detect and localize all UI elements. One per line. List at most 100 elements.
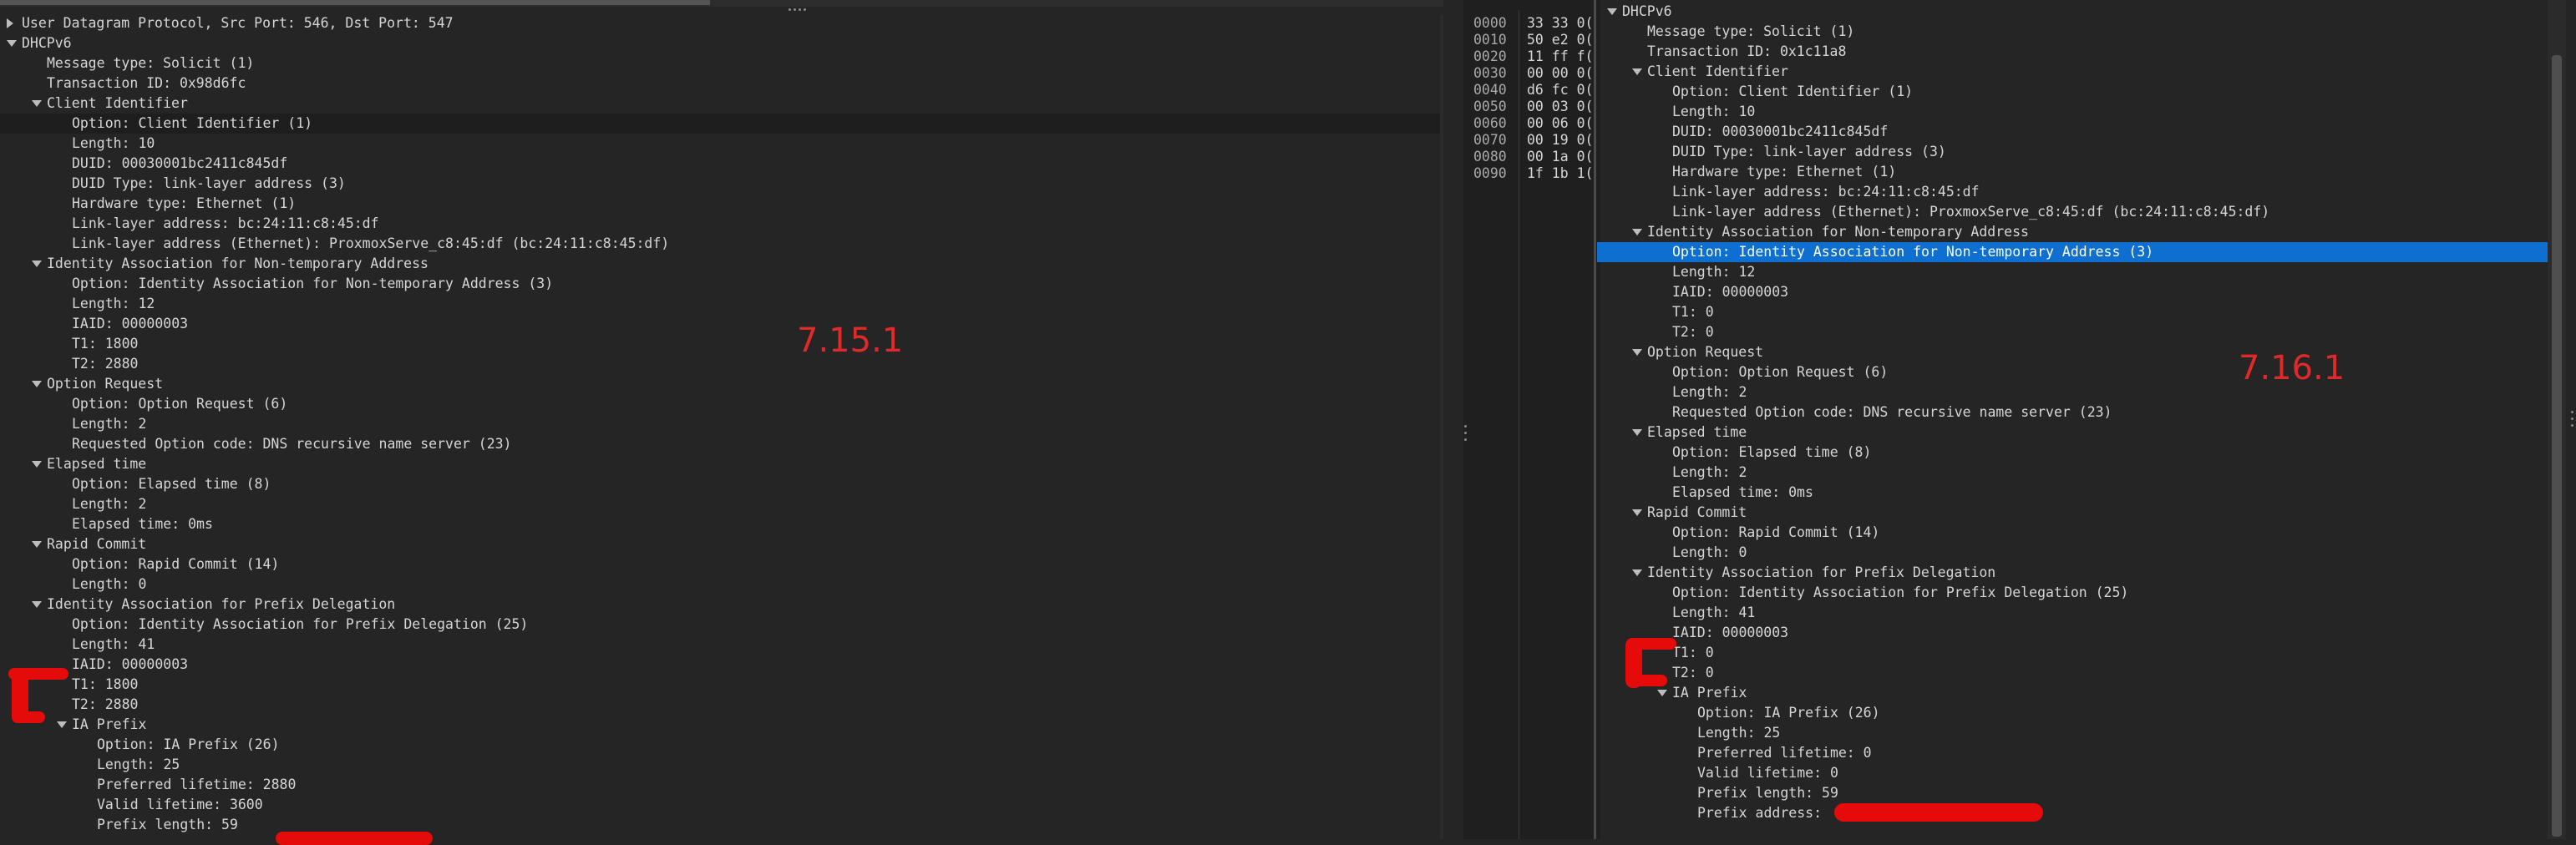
expand-arrow-down-icon[interactable] — [1632, 349, 1642, 356]
expand-arrow-down-icon[interactable] — [1632, 429, 1642, 436]
tree-item[interactable]: DHCPv6 — [1622, 2, 1672, 22]
tree-item[interactable]: Length: 12 — [72, 294, 155, 314]
tree-item[interactable]: Length: 25 — [97, 755, 180, 775]
right-vertical-scrollbar[interactable] — [2548, 0, 2566, 839]
expand-arrow-down-icon[interactable] — [32, 601, 42, 608]
tree-item[interactable]: IAID: 00000003 — [72, 655, 188, 675]
tree-item[interactable]: Elapsed time: 0ms — [72, 514, 213, 534]
tree-item[interactable]: T1: 0 — [1672, 643, 1714, 663]
left-vertical-scrollbar[interactable] — [1440, 15, 1443, 839]
hex-bytes[interactable]: 1f 1b 1( — [1527, 164, 1593, 184]
tree-item[interactable]: IAID: 00000003 — [1672, 623, 1788, 643]
tree-item[interactable]: T1: 0 — [1672, 302, 1714, 322]
expand-arrow-down-icon[interactable] — [32, 381, 42, 387]
tree-item[interactable]: Message type: Solicit (1) — [47, 53, 254, 73]
expand-arrow-down-icon[interactable] — [1657, 690, 1667, 696]
tree-item[interactable]: DUID: 00030001bc2411c845df — [72, 154, 287, 174]
tree-item[interactable]: Option: IA Prefix (26) — [1697, 703, 1880, 723]
tree-item[interactable]: Elapsed time — [1647, 422, 1747, 443]
tree-item[interactable]: DHCPv6 — [22, 33, 72, 53]
tree-item[interactable]: Length: 0 — [1672, 543, 1747, 563]
tree-item[interactable]: Hardware type: Ethernet (1) — [72, 194, 296, 214]
tree-item[interactable]: Option: Identity Association for Non-tem… — [1672, 242, 2153, 262]
tree-item[interactable]: Preferred lifetime: 0 — [1697, 743, 1872, 763]
tree-item[interactable]: DUID Type: link-layer address (3) — [1672, 142, 1946, 162]
tree-item[interactable]: Requested Option code: DNS recursive nam… — [72, 434, 512, 454]
tree-item[interactable]: Client Identifier — [47, 94, 188, 114]
tree-item[interactable]: T2: 2880 — [72, 354, 138, 374]
expand-arrow-down-icon[interactable] — [7, 40, 17, 47]
tree-item[interactable]: IA Prefix — [72, 715, 146, 735]
tree-item[interactable]: Option: Elapsed time (8) — [72, 474, 271, 494]
hex-bytes-panel[interactable]: 0000 33 33 0(0010 50 e2 0(0020 11 ff f(0030… — [1463, 0, 1600, 839]
expand-arrow-down-icon[interactable] — [32, 261, 42, 267]
tree-item[interactable]: IAID: 00000003 — [72, 314, 188, 334]
tree-item[interactable]: Identity Association for Non-temporary A… — [1647, 222, 2029, 242]
tree-item[interactable]: Link-layer address: bc:24:11:c8:45:df — [1672, 182, 1980, 202]
tree-item[interactable]: Identity Association for Prefix Delegati… — [47, 595, 395, 615]
tree-item[interactable]: Option: Rapid Commit (14) — [1672, 523, 1879, 543]
tree-item[interactable]: Rapid Commit — [1647, 503, 1747, 523]
tree-item[interactable]: Valid lifetime: 3600 — [97, 795, 263, 815]
tree-item[interactable]: Option: Identity Association for Non-tem… — [72, 274, 553, 294]
left-packet-details-panel[interactable]: User Datagram Protocol, Src Port: 546, D… — [0, 0, 1443, 839]
tree-item[interactable]: Rapid Commit — [47, 534, 146, 554]
tree-item[interactable]: Transaction ID: 0x98d6fc — [47, 73, 246, 94]
tree-item[interactable]: T2: 2880 — [72, 695, 138, 715]
tree-item[interactable]: Prefix address: — [1697, 803, 1822, 823]
tree-item[interactable]: DUID: 00030001bc2411c845df — [1672, 122, 1888, 142]
expand-arrow-right-icon[interactable] — [7, 18, 13, 28]
tree-item[interactable]: Identity Association for Prefix Delegati… — [1647, 563, 1995, 583]
tree-item[interactable]: User Datagram Protocol, Src Port: 546, D… — [22, 13, 454, 33]
expand-arrow-down-icon[interactable] — [57, 721, 67, 728]
tree-item[interactable]: Elapsed time — [47, 454, 146, 474]
tree-item[interactable]: Option: Elapsed time (8) — [1672, 443, 1871, 463]
tree-item[interactable]: Option: Client Identifier (1) — [72, 114, 312, 134]
tree-item[interactable]: Valid lifetime: 0 — [1697, 763, 1838, 783]
tree-item[interactable]: Hardware type: Ethernet (1) — [1672, 162, 1896, 182]
tree-item[interactable]: Length: 10 — [72, 134, 155, 154]
pane-divider[interactable] — [1594, 0, 1596, 839]
tree-item[interactable]: Length: 10 — [1672, 102, 1755, 122]
tree-item[interactable]: Length: 41 — [1672, 603, 1755, 623]
tree-item[interactable]: Option: Rapid Commit (14) — [72, 554, 279, 574]
tree-item[interactable]: Message type: Solicit (1) — [1647, 22, 1854, 42]
tree-item[interactable]: IAID: 00000003 — [1672, 282, 1788, 302]
tree-item[interactable]: Prefix length: 59 — [97, 815, 238, 835]
tree-item[interactable]: Option Request — [47, 374, 163, 394]
right-scrollbar-thumb[interactable] — [2552, 55, 2562, 837]
tree-item[interactable]: Option: IA Prefix (26) — [97, 735, 280, 755]
tree-item[interactable]: Option: Option Request (6) — [1672, 362, 1888, 382]
tree-item[interactable]: Length: 2 — [72, 414, 146, 434]
tree-item[interactable]: Option: Client Identifier (1) — [1672, 82, 1913, 102]
tree-item[interactable]: T1: 1800 — [72, 675, 138, 695]
expand-arrow-down-icon[interactable] — [1632, 229, 1642, 235]
tree-item[interactable]: Requested Option code: DNS recursive nam… — [1672, 402, 2112, 422]
expand-arrow-down-icon[interactable] — [1607, 8, 1617, 15]
tree-item[interactable]: Length: 0 — [72, 574, 146, 595]
tree-item[interactable]: T1: 1800 — [72, 334, 138, 354]
expand-arrow-down-icon[interactable] — [32, 541, 42, 548]
tree-item[interactable]: Identity Association for Non-temporary A… — [47, 254, 428, 274]
tree-item[interactable]: Preferred lifetime: 2880 — [97, 775, 296, 795]
expand-arrow-down-icon[interactable] — [1632, 68, 1642, 75]
tree-item[interactable]: T2: 0 — [1672, 322, 1714, 342]
expand-arrow-down-icon[interactable] — [1632, 569, 1642, 576]
tree-item[interactable]: Option Request — [1647, 342, 1763, 362]
expand-arrow-down-icon[interactable] — [32, 100, 42, 107]
hex-splitter-grip[interactable] — [1463, 422, 1468, 448]
tree-item[interactable]: DUID Type: link-layer address (3) — [72, 174, 346, 194]
tree-item[interactable]: Length: 2 — [1672, 382, 1747, 402]
tree-item[interactable]: Option: Identity Association for Prefix … — [1672, 583, 2128, 603]
tree-item[interactable]: Option: Option Request (6) — [72, 394, 287, 414]
tree-item[interactable]: Transaction ID: 0x1c11a8 — [1647, 42, 1846, 62]
tree-item[interactable]: Link-layer address (Ethernet): ProxmoxSe… — [1672, 202, 2269, 222]
tree-item[interactable]: Length: 25 — [1697, 723, 1780, 743]
tree-item[interactable]: Prefix length: 59 — [1697, 783, 1838, 803]
tree-item[interactable]: Length: 41 — [72, 635, 155, 655]
tree-item[interactable]: Length: 12 — [1672, 262, 1755, 282]
left-top-scroll-thumb[interactable] — [0, 0, 710, 5]
right-packet-details-panel[interactable]: DHCPv6 Message type: Solicit (1) Transacti… — [1597, 0, 2576, 839]
tree-item[interactable]: Option: Identity Association for Prefix … — [72, 615, 528, 635]
tree-item[interactable]: Link-layer address: bc:24:11:c8:45:df — [72, 214, 379, 234]
